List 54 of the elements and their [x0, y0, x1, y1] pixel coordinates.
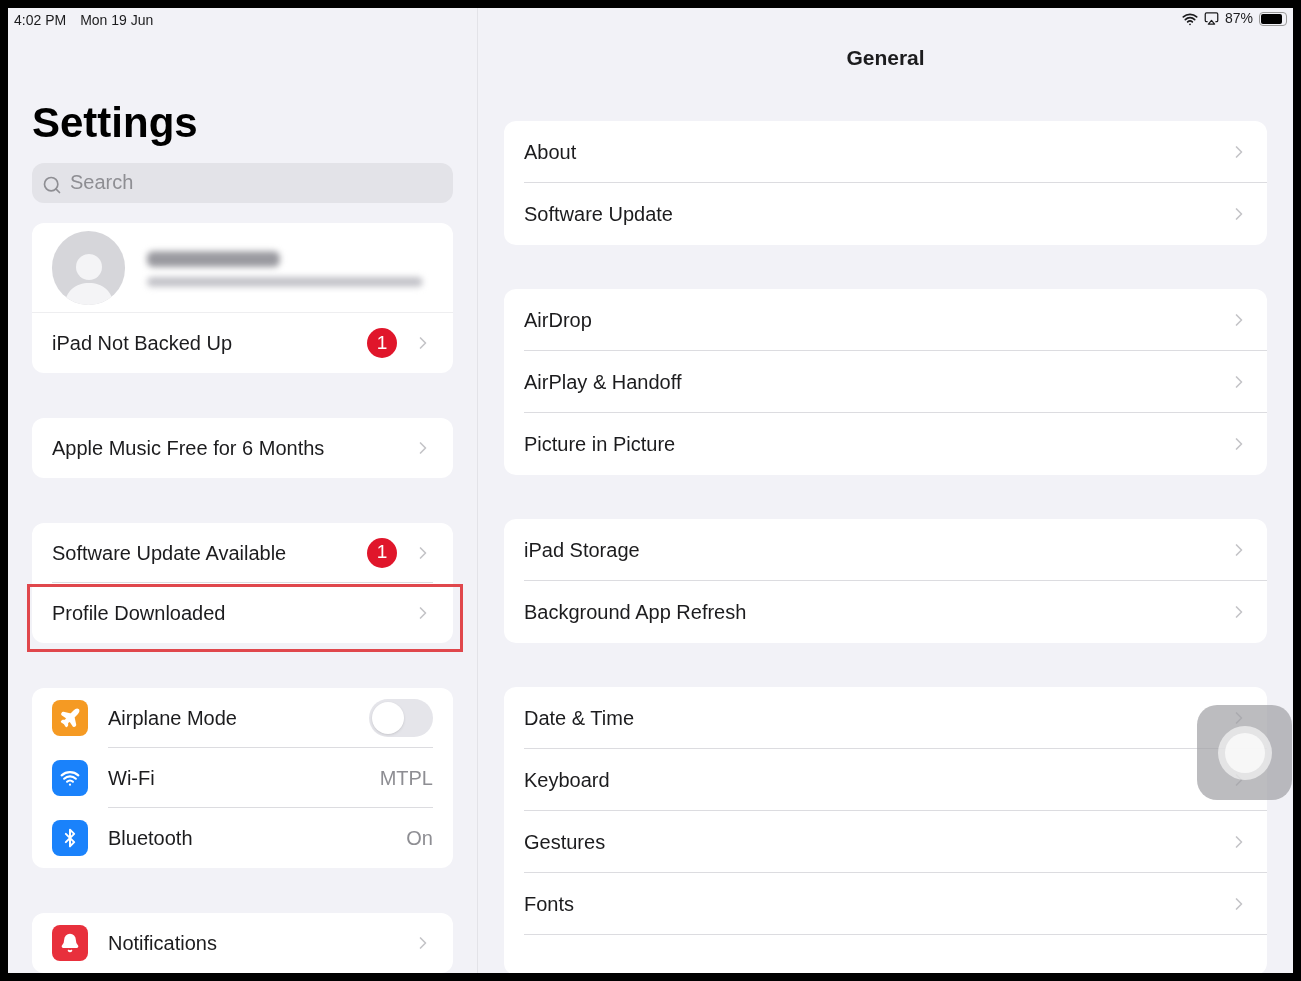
settings-row[interactable]: Profile Downloaded	[32, 583, 453, 643]
row-label: AirDrop	[524, 307, 593, 333]
settings-row[interactable]: Apple Music Free for 6 Months	[32, 418, 453, 478]
row-label: Fonts	[524, 891, 576, 917]
settings-row[interactable]: AirPlay & Handoff	[504, 351, 1267, 413]
detail-title: General	[845, 45, 926, 71]
row-label: Notifications	[108, 931, 218, 956]
settings-row[interactable]: Bluetooth On	[32, 808, 453, 868]
notification-badge: 1	[367, 537, 397, 568]
row-label: Profile Downloaded	[52, 601, 227, 626]
wifi-icon	[60, 768, 80, 788]
airplane-icon	[59, 707, 81, 729]
battery-icon	[1259, 11, 1287, 26]
row-label: Date & Time	[524, 705, 636, 731]
settings-row[interactable]: About	[504, 121, 1267, 183]
toggle-switch[interactable]	[369, 698, 433, 737]
row-label: Keyboard	[524, 767, 611, 793]
row-label: Picture in Picture	[524, 432, 677, 457]
row-value: On	[406, 826, 433, 851]
row-label: Apple Music Free for 6 Months	[52, 436, 326, 461]
notification-bell-icon	[60, 933, 80, 953]
row-label: Software Update	[524, 202, 674, 227]
row-label: iPad Storage	[524, 537, 641, 563]
settings-row[interactable]: Background App Refresh	[504, 581, 1267, 643]
settings-row[interactable]: Software Update Available 1	[32, 523, 453, 583]
search-icon	[42, 174, 62, 195]
settings-row[interactable]: iPad Not Backed Up 1	[32, 313, 453, 373]
settings-row[interactable]: Gestures	[504, 811, 1267, 873]
settings-row[interactable]: Airplane Mode	[32, 688, 453, 748]
status-time: 4:02 PM	[14, 11, 67, 31]
row-label: AirPlay & Handoff	[524, 369, 683, 395]
settings-row[interactable]: iPad Storage	[504, 519, 1267, 581]
row-label: Airplane Mode	[108, 705, 238, 731]
settings-row[interactable]: Wi-Fi MTPL	[32, 748, 453, 808]
row-label: iPad Not Backed Up	[52, 331, 234, 356]
settings-row[interactable]: Notifications	[32, 913, 453, 973]
screen-mirroring-icon	[1203, 11, 1219, 26]
row-value: MTPL	[379, 765, 433, 791]
row-label: Wi-Fi	[108, 765, 156, 791]
notification-badge: 1	[367, 328, 397, 358]
status-date: Mon 19 Jun	[80, 11, 154, 31]
row-label: Background App Refresh	[524, 600, 748, 625]
row-label: Gestures	[524, 829, 607, 855]
row-label: About	[524, 139, 578, 165]
settings-row[interactable]: Picture in Picture	[504, 413, 1267, 475]
page-title: Settings	[32, 98, 199, 147]
settings-row[interactable]: Software Update	[504, 183, 1267, 245]
settings-row[interactable]: AirDrop	[504, 289, 1267, 351]
row-label: Bluetooth	[108, 826, 194, 851]
row-label: Software Update Available	[52, 540, 288, 566]
battery-percent: 87%	[1224, 9, 1253, 28]
settings-row[interactable]: Fonts	[504, 873, 1267, 935]
search-field[interactable]: Search	[32, 162, 453, 203]
assistive-touch-menu[interactable]	[1197, 705, 1292, 800]
